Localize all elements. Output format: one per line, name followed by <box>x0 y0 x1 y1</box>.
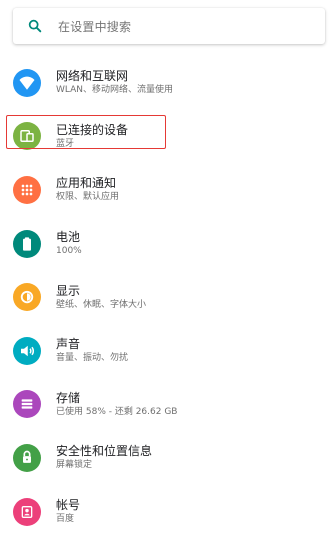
settings-screen: 在设置中搜索 网络和互联网 WLAN、移动网络、流量使用 已连接的设备 蓝牙 应… <box>0 0 334 552</box>
settings-item-subtitle: 音量、振动、勿扰 <box>56 353 129 364</box>
settings-item-subtitle: 权限、默认应用 <box>56 192 120 203</box>
account-icon <box>13 497 41 526</box>
sound-icon <box>13 336 41 365</box>
settings-item-account[interactable]: 帐号 百度 <box>0 485 334 539</box>
settings-item-title: 电池 <box>56 230 81 245</box>
settings-item-title: 应用和通知 <box>56 176 117 191</box>
settings-item-subtitle: 已使用 58% - 还剩 26.62 GB <box>56 406 178 417</box>
settings-item-subtitle: 百度 <box>56 514 75 525</box>
settings-item-title: 帐号 <box>56 498 81 513</box>
settings-item-title: 安全性和位置信息 <box>56 444 153 459</box>
display-icon <box>13 283 41 312</box>
search-placeholder: 在设置中搜索 <box>58 19 132 34</box>
search-icon[interactable] <box>25 16 45 36</box>
settings-item-title: 显示 <box>56 283 81 298</box>
settings-item-title: 声音 <box>56 337 81 352</box>
storage-icon <box>13 390 41 419</box>
lock-icon <box>13 443 41 472</box>
settings-item-display[interactable]: 显示 壁纸、休眠、字体大小 <box>0 270 334 324</box>
settings-item-apps[interactable]: 应用和通知 权限、默认应用 <box>0 163 334 217</box>
wifi-icon <box>13 68 41 97</box>
settings-item-security[interactable]: 安全性和位置信息 屏幕锁定 <box>0 431 334 485</box>
settings-item-subtitle: 100% <box>56 246 82 257</box>
settings-item-title: 网络和互联网 <box>56 69 129 84</box>
settings-item-subtitle: 壁纸、休眠、字体大小 <box>56 299 147 310</box>
search-bar[interactable]: 在设置中搜索 <box>13 8 325 44</box>
settings-item-sound[interactable]: 声音 音量、振动、勿扰 <box>0 324 334 378</box>
battery-icon <box>13 229 41 258</box>
settings-item-network[interactable]: 网络和互联网 WLAN、移动网络、流量使用 <box>0 56 334 110</box>
settings-item-subtitle: WLAN、移动网络、流量使用 <box>56 85 174 96</box>
settings-item-subtitle: 屏幕锁定 <box>56 460 93 471</box>
settings-item-battery[interactable]: 电池 100% <box>0 217 334 271</box>
settings-item-title: 存储 <box>56 390 81 405</box>
apps-icon <box>13 175 41 204</box>
settings-item-storage[interactable]: 存储 已使用 58% - 还剩 26.62 GB <box>0 378 334 432</box>
apps-notifications-highlight <box>6 115 166 149</box>
